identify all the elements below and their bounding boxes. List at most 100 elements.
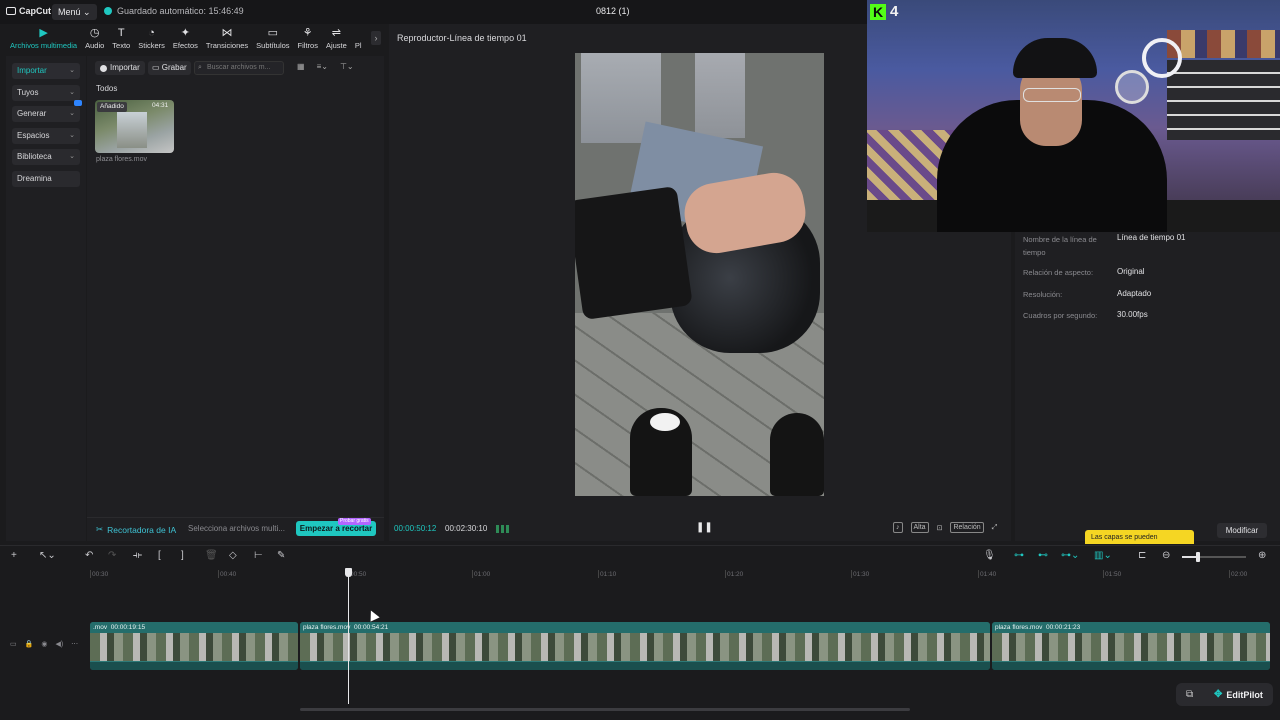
fit-timeline-icon[interactable]: ⊏ bbox=[1138, 551, 1146, 561]
timeline-clip[interactable]: .mov 00:00:19:15 bbox=[90, 622, 298, 670]
modify-button[interactable]: Modificar bbox=[1217, 523, 1267, 538]
project-title[interactable]: 0812 (1) bbox=[596, 6, 630, 16]
tabs-more-button[interactable]: › bbox=[371, 31, 381, 45]
redo-icon[interactable]: ↷ bbox=[108, 551, 116, 561]
tab-text[interactable]: T Texto bbox=[108, 24, 134, 51]
tab-media[interactable]: ▶ Archivos multimedia bbox=[6, 24, 81, 51]
timeline-ruler[interactable] bbox=[88, 567, 1280, 581]
magnet-icon[interactable]: ⊶ bbox=[1014, 551, 1024, 561]
import-button[interactable]: Importar bbox=[95, 61, 145, 75]
timeline-clip[interactable]: plaza flores.mov 00:00:21:23 bbox=[992, 622, 1270, 670]
ruler-tick: 00:40 bbox=[217, 570, 237, 578]
select-tool-icon[interactable]: ↖⌄ bbox=[39, 551, 56, 561]
tab-audio[interactable]: ◷ Audio bbox=[81, 24, 108, 51]
add-track-icon[interactable]: + bbox=[11, 551, 17, 561]
track-cover-icon[interactable]: ▭ bbox=[10, 640, 17, 648]
zoom-slider-handle[interactable] bbox=[1196, 552, 1200, 562]
media-duration: 04:31 bbox=[152, 102, 169, 109]
tab-filter[interactable]: ⚘ Filtros bbox=[294, 24, 322, 51]
nav-item-generar[interactable]: Generar ⌄ bbox=[12, 100, 82, 122]
clip-audio-waveform bbox=[300, 661, 990, 670]
auto-edit-icon[interactable]: ✎ bbox=[277, 551, 285, 561]
clip-name: plaza flores.mov bbox=[303, 624, 351, 631]
webcam-overlay bbox=[867, 0, 1280, 232]
nav-item-biblioteca[interactable]: Biblioteca ⌄ bbox=[12, 149, 80, 165]
tab-label: Filtros bbox=[297, 41, 318, 50]
media-search-input[interactable]: ⌕ Buscar archivos m... bbox=[194, 61, 284, 75]
sort-icon[interactable]: ≡⌄ bbox=[317, 62, 328, 71]
trim-left-icon[interactable]: [ bbox=[158, 551, 161, 561]
grid-view-icon[interactable]: ▦ bbox=[297, 62, 305, 71]
quality-icon[interactable]: ♪ bbox=[893, 522, 903, 533]
clip-header: .mov 00:00:19:15 bbox=[90, 622, 298, 633]
ratio-button[interactable]: Relación bbox=[950, 522, 984, 533]
search-icon: ⌕ bbox=[198, 64, 202, 71]
camera-icon: ▭ bbox=[152, 63, 162, 72]
speaker-icon[interactable]: ◀) bbox=[55, 640, 63, 648]
ai-trimmer-title: ✂ Recortadora de IA bbox=[96, 524, 176, 535]
app-name: CapCut bbox=[19, 6, 51, 16]
nav-item-tuyos[interactable]: Tuyos ⌄ bbox=[12, 84, 80, 101]
zoom-out-icon[interactable]: ⊖ bbox=[1162, 551, 1170, 561]
tool-tabs: ▶ Archivos multimedia ◷ Audio T Texto ◔ Sticker… bbox=[0, 24, 384, 54]
video-shoe-right bbox=[770, 413, 824, 496]
menu-button[interactable]: Menú ⌄ bbox=[52, 4, 97, 20]
ruler-tick: 01:00 bbox=[471, 570, 491, 578]
timeline-clip[interactable]: plaza flores.mov 00:00:54:21 bbox=[300, 622, 990, 670]
webcam-shelf bbox=[1167, 60, 1280, 140]
freeze-icon[interactable]: ⊢ bbox=[254, 551, 263, 561]
tab-sticker[interactable]: ◔ Stickers bbox=[134, 24, 169, 51]
more-icon[interactable]: ⋯ bbox=[71, 640, 78, 648]
fullscreen-icon[interactable]: ⤢ bbox=[992, 524, 998, 532]
filter-icon: ⚘ bbox=[302, 27, 313, 39]
clip-header: plaza flores.mov 00:00:54:21 bbox=[300, 622, 990, 633]
undo-icon[interactable]: ↶ bbox=[85, 551, 93, 561]
autosave-text: Guardado automático: 15:46:49 bbox=[117, 6, 244, 16]
playhead-line[interactable] bbox=[348, 574, 349, 704]
preview-axis-icon[interactable]: ⊶⌄ bbox=[1061, 551, 1079, 561]
app-logo: CapCut bbox=[6, 6, 51, 16]
quality-button[interactable]: Alta bbox=[910, 522, 929, 533]
split-icon[interactable]: ⟛ bbox=[133, 551, 142, 561]
filter-icon[interactable]: ⊤⌄ bbox=[340, 62, 354, 71]
editpilot-button[interactable]: ✥ EditPilot bbox=[1214, 689, 1263, 700]
tab-effects[interactable]: ✦ Efectos bbox=[169, 24, 202, 51]
total-timecode: 00:02:30:10 bbox=[445, 524, 488, 533]
pause-button[interactable]: ❚❚ bbox=[696, 522, 713, 533]
tab-adjust[interactable]: ⇌ Ajuste bbox=[322, 24, 351, 51]
detail-value-resolution: Adaptado bbox=[1117, 289, 1152, 298]
eye-icon[interactable]: ◉ bbox=[41, 640, 47, 648]
webcam-person-glasses bbox=[1023, 88, 1081, 102]
timeline-scrollbar[interactable] bbox=[300, 708, 910, 711]
record-button[interactable]: ▭ Grabar bbox=[148, 61, 191, 75]
fit-icon[interactable]: ⊡ bbox=[937, 524, 943, 532]
webcam-fan bbox=[1115, 70, 1149, 104]
autosave-icon bbox=[104, 7, 112, 15]
left-nav: Importar ⌄ Tuyos ⌄ Generar ⌄ Espacios ⌄ Bibliote… bbox=[6, 56, 86, 541]
clip-thumbnails bbox=[90, 633, 298, 661]
menu-label: Menú bbox=[58, 7, 81, 17]
nav-item-importar[interactable]: Importar ⌄ bbox=[12, 63, 80, 79]
import-label: Importar bbox=[110, 63, 140, 72]
tab-transition[interactable]: ⋈ Transiciones bbox=[202, 24, 252, 51]
nav-item-dreamina[interactable]: Dreamina bbox=[12, 170, 80, 187]
chevron-down-icon: ⌄ bbox=[69, 88, 75, 96]
delete-icon[interactable]: 🗑 bbox=[205, 551, 218, 561]
timeline-toolbar bbox=[0, 545, 1280, 567]
nav-item-espacios[interactable]: Espacios ⌄ bbox=[12, 127, 80, 144]
tab-label: Texto bbox=[112, 41, 131, 50]
webcam-posters bbox=[1167, 30, 1280, 58]
trim-right-icon[interactable]: ] bbox=[181, 551, 184, 561]
video-preview[interactable] bbox=[575, 53, 824, 496]
microphone-icon[interactable]: 🎙 bbox=[983, 551, 996, 561]
marker-icon[interactable]: ◇ bbox=[229, 551, 237, 561]
document-icon[interactable]: ⧉ bbox=[1186, 689, 1193, 700]
tab-plugin[interactable]: Pl bbox=[351, 24, 366, 50]
lock-icon[interactable]: 🔒 bbox=[25, 640, 34, 648]
zoom-in-icon[interactable]: ⊕ bbox=[1258, 551, 1266, 561]
tab-subtitle[interactable]: ▭ Subtítulos bbox=[252, 24, 293, 51]
player-tools: ♪ Alta ⊡ Relación ⤢ bbox=[893, 522, 997, 533]
layers-tooltip: Las capas se pueden bbox=[1085, 530, 1194, 544]
snap-icon[interactable]: ▥⌄ bbox=[1094, 551, 1112, 561]
link-icon[interactable]: ⊷ bbox=[1038, 551, 1048, 561]
